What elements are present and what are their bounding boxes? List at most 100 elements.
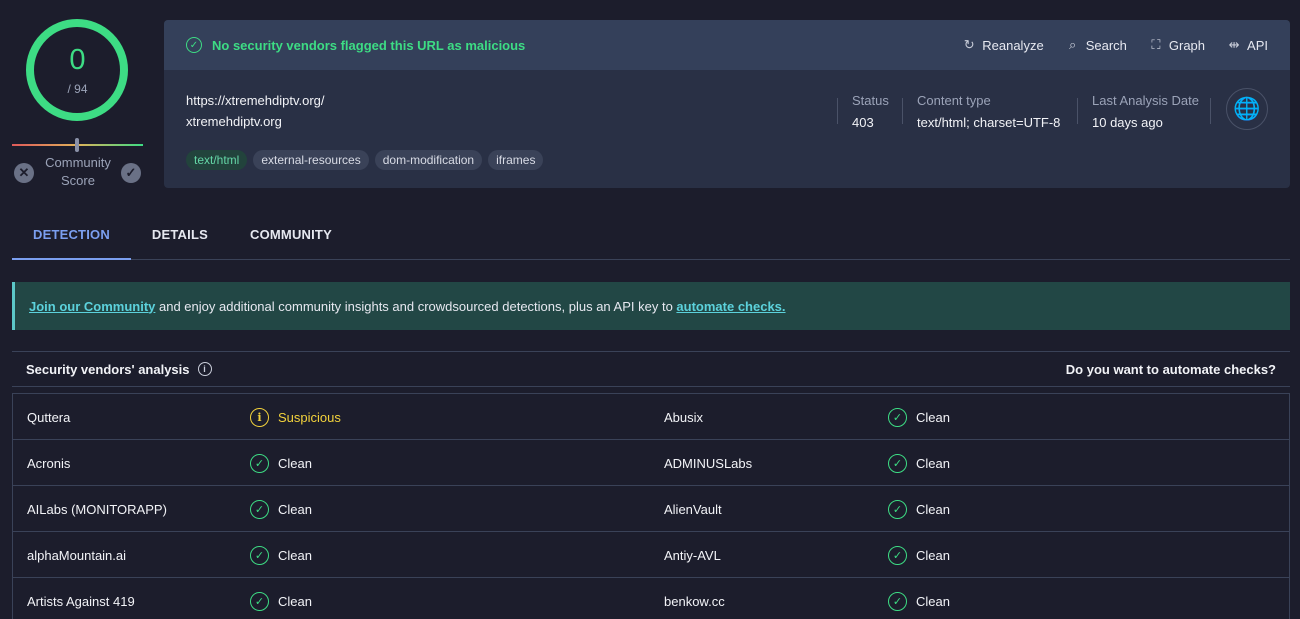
community-score-label: Community Score	[45, 155, 111, 188]
vendor-result: ✓ Clean	[250, 440, 312, 486]
vendor-result: ✓ Clean	[888, 440, 950, 486]
vendor-result: ✓ Clean	[888, 486, 950, 532]
automate-checks-prompt[interactable]: Do you want to automate checks?	[1066, 362, 1276, 377]
result-label: Clean	[278, 501, 312, 517]
vendor-name: alphaMountain.ai	[27, 547, 127, 563]
status-meta: Status 403	[852, 93, 889, 130]
table-row: Quttera i Suspicious Abusix ✓ Clean	[13, 394, 1289, 440]
check-circle-icon[interactable]: ✓	[121, 163, 141, 183]
last-analysis-label: Last Analysis Date	[1092, 93, 1199, 108]
tag[interactable]: text/html	[186, 150, 248, 170]
table-row: Acronis ✓ Clean ADMINUSLabs ✓ Clean	[13, 440, 1289, 486]
vendor-result: i Suspicious	[250, 394, 341, 440]
check-circle-icon: ✓	[888, 407, 907, 427]
result-label: Clean	[278, 593, 312, 609]
reanalyze-label: Reanalyze	[982, 37, 1044, 53]
last-analysis-meta: Last Analysis Date 10 days ago	[1092, 93, 1199, 130]
detection-banner: ✓ No security vendors flagged this URL a…	[164, 20, 1290, 70]
tab-details[interactable]: DETAILS	[131, 218, 229, 260]
graph-label: Graph	[1168, 37, 1206, 53]
warning-icon: i	[250, 407, 269, 427]
api-button[interactable]: ⇹ API	[1227, 37, 1268, 53]
target-url[interactable]: https://xtremehdiptv.org/	[186, 93, 325, 108]
graph-button[interactable]: ⛶ Graph	[1149, 37, 1205, 53]
result-label: Clean	[916, 547, 950, 563]
last-analysis-value: 10 days ago	[1092, 115, 1163, 130]
tag-list: text/html external-resources dom-modific…	[186, 150, 544, 170]
globe-link-icon[interactable]: 🌐	[1226, 88, 1268, 130]
x-circle-icon[interactable]: ✕	[14, 163, 34, 183]
tag[interactable]: iframes	[488, 150, 544, 170]
api-label: API	[1247, 37, 1268, 53]
status-label: Status	[852, 93, 889, 108]
join-community-link[interactable]: Join our Community	[29, 299, 155, 314]
info-icon[interactable]: i	[197, 362, 212, 376]
divider	[837, 98, 838, 124]
check-circle-icon: ✓	[888, 499, 907, 519]
community-score-widget: 0 / 94 ✕ Community Score ✓	[12, 18, 143, 190]
tag[interactable]: dom-modification	[374, 150, 483, 170]
vendor-name: Antiy-AVL	[664, 547, 721, 563]
divider	[902, 98, 903, 124]
search-icon: ⌕	[1069, 37, 1077, 52]
vendor-result: ✓ Clean	[888, 578, 950, 619]
vendors-header: Security vendors' analysis i Do you want…	[12, 351, 1290, 387]
check-circle-icon: ✓	[888, 591, 907, 611]
tab-community[interactable]: COMMUNITY	[229, 218, 353, 260]
result-label: Clean	[278, 547, 312, 563]
vendors-title: Security vendors' analysis	[26, 361, 190, 377]
api-icon: ⇹	[1228, 37, 1240, 52]
table-row: Artists Against 419 ✓ Clean benkow.cc ✓ …	[13, 578, 1289, 619]
vendor-name: Quttera	[27, 409, 71, 425]
action-bar: ↻ Reanalyze ⌕ Search ⛶ Graph ⇹ API	[962, 20, 1268, 70]
tab-bar: DETECTION DETAILS COMMUNITY	[12, 218, 1290, 260]
vendor-name: Artists Against 419	[27, 593, 135, 609]
vendor-results-table: Quttera i Suspicious Abusix ✓ Clean Acro…	[12, 393, 1290, 619]
check-circle-icon: ✓	[250, 591, 269, 611]
tab-detection[interactable]: DETECTION	[12, 218, 131, 260]
automate-checks-link[interactable]: automate checks.	[676, 299, 785, 314]
community-notice: Join our Community and enjoy additional …	[12, 282, 1290, 330]
status-value: 403	[852, 115, 874, 130]
result-label: Clean	[278, 455, 312, 471]
vendor-name: Abusix	[664, 409, 704, 425]
notice-text: and enjoy additional community insights …	[155, 298, 677, 314]
vendor-name: benkow.cc	[664, 593, 725, 609]
vendor-result: ✓ Clean	[250, 486, 312, 532]
check-circle-icon: ✓	[250, 453, 269, 473]
vendor-result: ✓ Clean	[888, 394, 950, 440]
vendor-result: ✓ Clean	[888, 532, 950, 578]
vendor-name: Acronis	[27, 455, 71, 471]
vendor-name: AILabs (MONITORAPP)	[27, 501, 167, 517]
check-circle-icon: ✓	[250, 499, 269, 519]
target-host[interactable]: xtremehdiptv.org	[186, 114, 282, 129]
search-button[interactable]: ⌕ Search	[1066, 37, 1127, 53]
content-type-label: Content type	[917, 93, 991, 108]
vendor-result: ✓ Clean	[250, 578, 312, 619]
result-label: Clean	[916, 501, 950, 517]
vendor-result: ✓ Clean	[250, 532, 312, 578]
table-row: AILabs (MONITORAPP) ✓ Clean AlienVault ✓…	[13, 486, 1289, 532]
result-label: Clean	[916, 593, 950, 609]
vendor-name: ADMINUSLabs	[664, 455, 753, 471]
table-row: alphaMountain.ai ✓ Clean Antiy-AVL ✓ Cle…	[13, 532, 1289, 578]
reanalyze-button[interactable]: ↻ Reanalyze	[962, 37, 1044, 53]
refresh-icon: ↻	[963, 37, 975, 52]
community-score-marker	[75, 138, 79, 152]
content-type-meta: Content type text/html; charset=UTF-8	[917, 93, 1060, 130]
divider	[1210, 98, 1211, 124]
check-circle-icon: ✓	[186, 37, 202, 53]
graph-icon: ⛶	[1151, 37, 1161, 52]
vendor-name: AlienVault	[664, 501, 722, 517]
vendor-total: / 94	[67, 82, 88, 96]
result-label: Clean	[916, 455, 950, 471]
result-label: Clean	[916, 409, 950, 425]
check-circle-icon: ✓	[888, 453, 907, 473]
check-circle-icon: ✓	[888, 545, 907, 565]
detection-banner-text: No security vendors flagged this URL as …	[212, 37, 526, 53]
check-circle-icon: ✓	[250, 545, 269, 565]
divider	[1077, 98, 1078, 124]
content-type-value: text/html; charset=UTF-8	[917, 115, 1061, 130]
tag[interactable]: external-resources	[253, 150, 369, 170]
detection-count: 0	[69, 44, 86, 76]
